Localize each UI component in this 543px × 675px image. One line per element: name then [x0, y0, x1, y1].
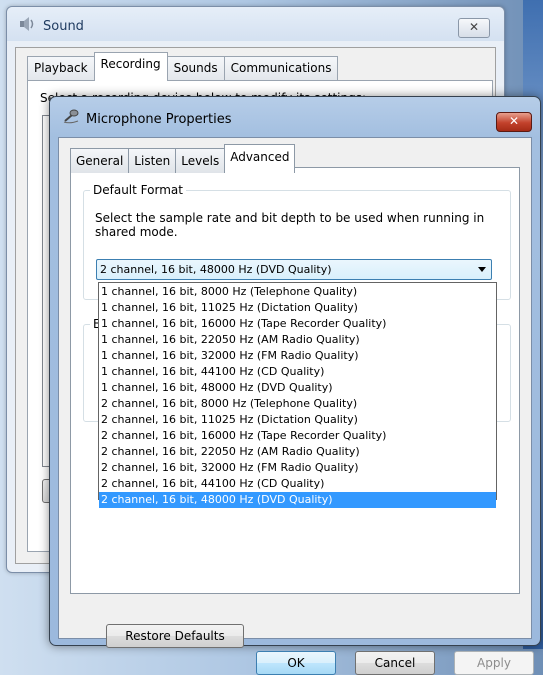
- dropdown-option[interactable]: 1 channel, 16 bit, 32000 Hz (FM Radio Qu…: [99, 348, 496, 364]
- dropdown-option[interactable]: 1 channel, 16 bit, 8000 Hz (Telephone Qu…: [99, 284, 496, 300]
- dropdown-option[interactable]: 1 channel, 16 bit, 11025 Hz (Dictation Q…: [99, 300, 496, 316]
- dropdown-option[interactable]: 1 channel, 16 bit, 16000 Hz (Tape Record…: [99, 316, 496, 332]
- tab-playback[interactable]: Playback: [27, 56, 95, 81]
- speaker-icon: [20, 17, 34, 31]
- default-format-description: Select the sample rate and bit depth to …: [95, 211, 485, 239]
- tab-levels[interactable]: Levels: [175, 148, 226, 173]
- dropdown-option[interactable]: 2 channel, 16 bit, 44100 Hz (CD Quality): [99, 476, 496, 492]
- properties-tab-strip: General Listen Levels Advanced: [70, 144, 296, 173]
- apply-button[interactable]: Apply: [454, 651, 534, 675]
- dropdown-option[interactable]: 2 channel, 16 bit, 16000 Hz (Tape Record…: [99, 428, 496, 444]
- ok-button[interactable]: OK: [256, 651, 336, 675]
- microphone-icon: [63, 109, 79, 124]
- dropdown-arrow-icon[interactable]: [478, 267, 486, 272]
- sound-window-title: Sound: [43, 19, 84, 34]
- sound-titlebar[interactable]: Sound ✕: [7, 7, 504, 41]
- tab-communications[interactable]: Communications: [223, 56, 339, 81]
- sample-rate-selected-value: 2 channel, 16 bit, 48000 Hz (DVD Quality…: [100, 263, 332, 276]
- dropdown-option[interactable]: 2 channel, 16 bit, 22050 Hz (AM Radio Qu…: [99, 444, 496, 460]
- sample-rate-select[interactable]: 2 channel, 16 bit, 48000 Hz (DVD Quality…: [96, 259, 492, 280]
- tab-general[interactable]: General: [70, 148, 130, 173]
- sound-tab-strip: Playback Recording Sounds Communications: [27, 52, 339, 81]
- tab-listen[interactable]: Listen: [128, 148, 177, 173]
- sample-rate-dropdown-list[interactable]: 1 channel, 16 bit, 8000 Hz (Telephone Qu…: [98, 282, 497, 508]
- dropdown-option[interactable]: 2 channel, 16 bit, 11025 Hz (Dictation Q…: [99, 412, 496, 428]
- dropdown-option[interactable]: 2 channel, 16 bit, 32000 Hz (FM Radio Qu…: [99, 460, 496, 476]
- tab-sounds[interactable]: Sounds: [166, 56, 225, 81]
- tab-recording[interactable]: Recording: [93, 52, 168, 81]
- tab-advanced[interactable]: Advanced: [224, 144, 296, 173]
- dropdown-option[interactable]: 2 channel, 16 bit, 48000 Hz (DVD Quality…: [99, 492, 496, 508]
- sound-close-button[interactable]: ✕: [458, 18, 490, 38]
- dropdown-option[interactable]: 2 channel, 16 bit, 8000 Hz (Telephone Qu…: [99, 396, 496, 412]
- default-format-legend: Default Format: [90, 183, 186, 197]
- dropdown-option[interactable]: 1 channel, 16 bit, 44100 Hz (CD Quality): [99, 364, 496, 380]
- dropdown-option[interactable]: 1 channel, 16 bit, 48000 Hz (DVD Quality…: [99, 380, 496, 396]
- dropdown-option[interactable]: 1 channel, 16 bit, 22050 Hz (AM Radio Qu…: [99, 332, 496, 348]
- restore-defaults-button[interactable]: Restore Defaults: [106, 624, 244, 648]
- cancel-button[interactable]: Cancel: [355, 651, 435, 675]
- dialog-title: Microphone Properties: [86, 112, 232, 127]
- dialog-close-button[interactable]: ✕: [496, 112, 532, 132]
